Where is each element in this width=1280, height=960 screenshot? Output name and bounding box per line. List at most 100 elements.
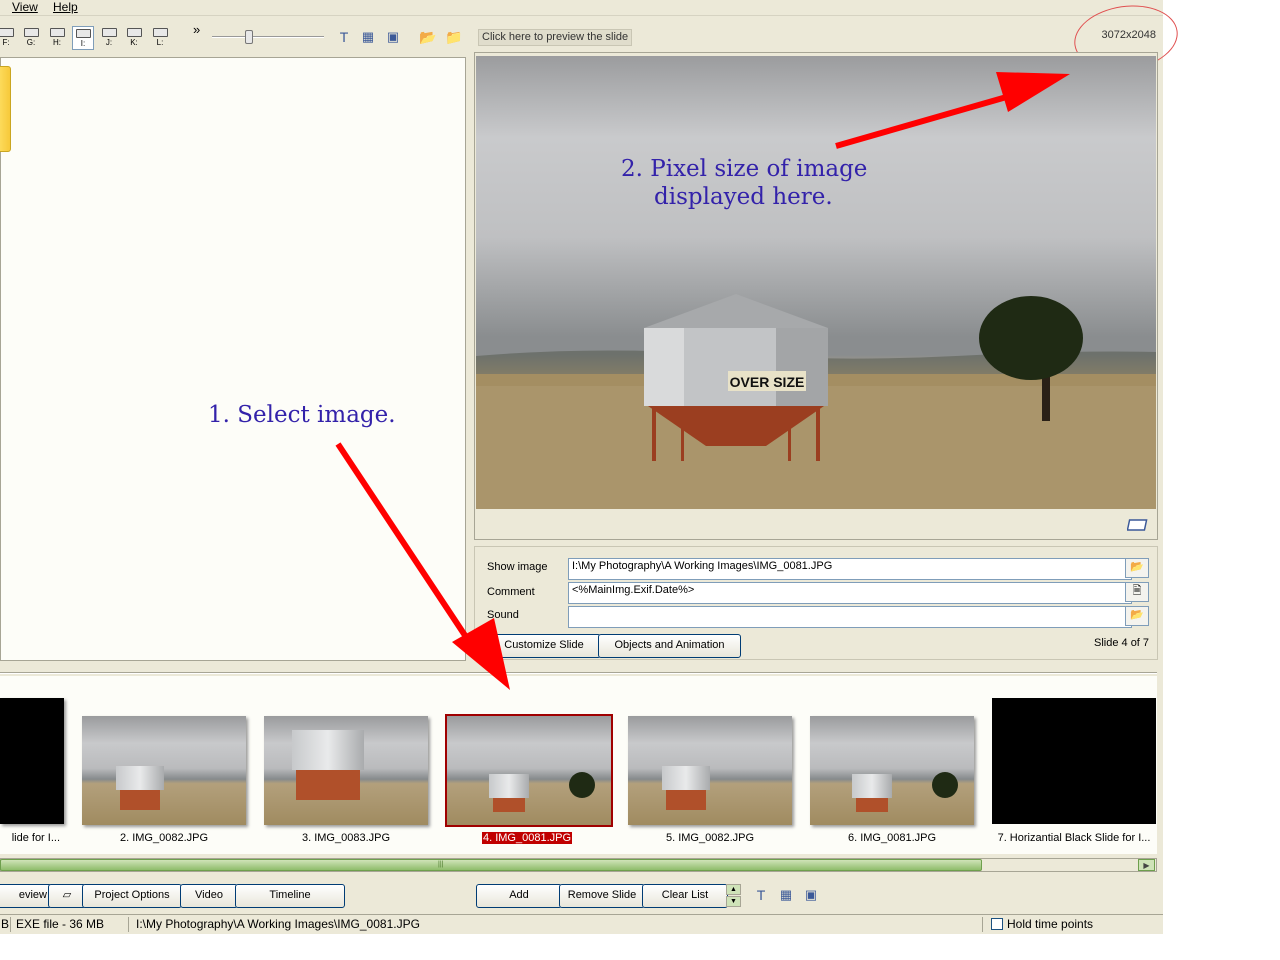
slide-preview-image[interactable]: OVER SIZE bbox=[476, 56, 1156, 509]
thumb-silo-base bbox=[666, 790, 706, 810]
thumb-tree bbox=[932, 772, 958, 798]
show-image-field[interactable]: I:\My Photography\A Working Images\IMG_0… bbox=[568, 558, 1132, 580]
thumbnail-caption[interactable]: 2. IMG_0082.JPG bbox=[74, 832, 254, 844]
thumbnail-size-slider[interactable] bbox=[212, 36, 324, 38]
status-exe-size: EXE file - 36 MB bbox=[16, 917, 105, 931]
menu-view[interactable]: View bbox=[12, 0, 38, 14]
fullscreen-preview-icon[interactable] bbox=[1126, 518, 1149, 532]
slide-thumbnail-7[interactable] bbox=[992, 698, 1156, 824]
slide-thumbnail-2[interactable] bbox=[82, 716, 246, 825]
scrollbar-thumb[interactable] bbox=[0, 859, 982, 871]
drive-label: L: bbox=[156, 38, 164, 47]
slide-thumbnail-3[interactable] bbox=[264, 716, 428, 825]
comment-label: Comment bbox=[487, 586, 535, 598]
drive-icon bbox=[0, 28, 14, 37]
video-button[interactable]: Video bbox=[180, 884, 238, 908]
status-divider bbox=[128, 917, 129, 932]
menu-help[interactable]: Help bbox=[53, 0, 78, 14]
file-tree-panel[interactable] bbox=[0, 57, 466, 661]
customize-slide-button[interactable]: Customize Slide bbox=[487, 634, 601, 658]
fullscreen-button[interactable]: ▱ bbox=[48, 884, 86, 908]
hold-time-points-checkbox[interactable] bbox=[991, 918, 1003, 930]
toolbar-overflow-chevron[interactable]: » bbox=[193, 22, 200, 37]
comment-edit-button[interactable]: 🗎 bbox=[1125, 582, 1149, 602]
drive-button-i[interactable]: I: bbox=[72, 26, 94, 50]
hold-time-points-label: Hold time points bbox=[1007, 917, 1094, 931]
thumbnail-view-icon[interactable]: ▣ bbox=[385, 29, 401, 45]
drive-icon bbox=[76, 29, 91, 38]
drive-label: G: bbox=[26, 38, 36, 47]
thumbnail-caption-selected[interactable]: 4. IMG_0081.JPG bbox=[482, 832, 572, 844]
thumb-tree bbox=[569, 772, 595, 798]
drive-label: J: bbox=[105, 38, 113, 47]
timeline-button[interactable]: Timeline bbox=[235, 884, 345, 908]
screen-icon: ▱ bbox=[62, 889, 72, 901]
remove-slide-button[interactable]: Remove Slide bbox=[559, 884, 645, 908]
scrollbar-grip-icon: ||| bbox=[438, 861, 444, 868]
status-divider bbox=[10, 917, 11, 932]
move-down-button[interactable]: ▼ bbox=[726, 896, 741, 907]
preview-slide-link[interactable]: Click here to preview the slide bbox=[478, 29, 633, 46]
sound-field[interactable] bbox=[568, 606, 1132, 628]
drive-button-j[interactable]: J: bbox=[99, 26, 119, 48]
objects-animation-button[interactable]: Objects and Animation bbox=[598, 634, 741, 658]
slide-thumbnail-1[interactable] bbox=[0, 698, 64, 824]
drive-button-g[interactable]: G: bbox=[21, 26, 41, 48]
move-up-button[interactable]: ▲ bbox=[726, 884, 741, 895]
silo-field-photo: OVER SIZE bbox=[476, 294, 1156, 509]
silo-sign-text: OVER SIZE bbox=[730, 374, 805, 390]
scroll-right-button[interactable]: ▶ bbox=[1138, 859, 1155, 871]
drive-label: I: bbox=[80, 39, 86, 48]
slide-thumbnail-4-selected[interactable] bbox=[445, 714, 613, 827]
thumb-silo-base bbox=[856, 798, 888, 812]
drive-button-h[interactable]: H: bbox=[47, 26, 67, 48]
text-icon[interactable]: T bbox=[753, 887, 769, 903]
thumbnail-caption[interactable]: 5. IMG_0082.JPG bbox=[620, 832, 800, 844]
slide-thumbnail-5[interactable] bbox=[628, 716, 792, 825]
drive-button-f[interactable]: F: bbox=[0, 26, 16, 48]
drive-label: F: bbox=[2, 38, 10, 47]
folder-item[interactable] bbox=[0, 66, 11, 152]
project-options-button[interactable]: Project Options bbox=[82, 884, 182, 908]
status-size: B bbox=[1, 917, 10, 931]
splitter[interactable] bbox=[0, 672, 1157, 674]
thumbnail-caption[interactable]: lide for I... bbox=[0, 832, 60, 844]
sound-label: Sound bbox=[487, 609, 519, 621]
text-icon[interactable]: T bbox=[336, 29, 352, 45]
slider-thumb[interactable] bbox=[245, 30, 253, 44]
status-file-path: I:\My Photography\A Working Images\IMG_0… bbox=[136, 917, 420, 931]
details-view-icon[interactable]: ▦ bbox=[778, 887, 794, 903]
drive-icon bbox=[153, 28, 168, 37]
annotation-step2-line1: 2. Pixel size of image bbox=[621, 156, 868, 182]
thumb-silo bbox=[116, 766, 164, 790]
comment-field[interactable]: <%MainImg.Exif.Date%> bbox=[568, 582, 1132, 604]
thumb-silo-base bbox=[296, 770, 360, 800]
thumbnail-caption[interactable]: 7. Horizantial Black Slide for I... bbox=[984, 832, 1164, 844]
open-folder-icon[interactable]: 📂 bbox=[419, 29, 436, 45]
thumbnail-view-icon[interactable]: ▣ bbox=[803, 887, 819, 903]
drive-button-l[interactable]: L: bbox=[150, 26, 170, 48]
drive-icon bbox=[102, 28, 117, 37]
thumb-silo bbox=[662, 766, 710, 790]
thumb-silo bbox=[852, 774, 892, 798]
status-divider bbox=[982, 917, 983, 932]
drive-icon bbox=[24, 28, 39, 37]
show-image-label: Show image bbox=[487, 561, 548, 573]
slide-counter: Slide 4 of 7 bbox=[1094, 637, 1150, 649]
preview-button[interactable]: eview bbox=[0, 884, 52, 908]
drive-icon bbox=[50, 28, 65, 37]
drive-label: K: bbox=[130, 38, 138, 47]
drive-button-k[interactable]: K: bbox=[124, 26, 144, 48]
add-button[interactable]: Add bbox=[476, 884, 562, 908]
details-view-icon[interactable]: ▦ bbox=[360, 29, 376, 45]
slide-thumbnail-6[interactable] bbox=[810, 716, 974, 825]
annotation-step2-line2: displayed here. bbox=[654, 184, 833, 210]
folder-up-icon[interactable]: 📁 bbox=[445, 29, 462, 45]
thumbnail-caption[interactable]: 3. IMG_0083.JPG bbox=[256, 832, 436, 844]
thumb-silo-base bbox=[493, 798, 525, 812]
thumbnail-caption[interactable]: 6. IMG_0081.JPG bbox=[802, 832, 982, 844]
browse-image-button[interactable]: 📂 bbox=[1125, 558, 1149, 578]
clear-list-button[interactable]: Clear List bbox=[642, 884, 728, 908]
browse-sound-button[interactable]: 📂 bbox=[1125, 606, 1149, 626]
document-icon: 🗎 bbox=[1132, 585, 1142, 597]
